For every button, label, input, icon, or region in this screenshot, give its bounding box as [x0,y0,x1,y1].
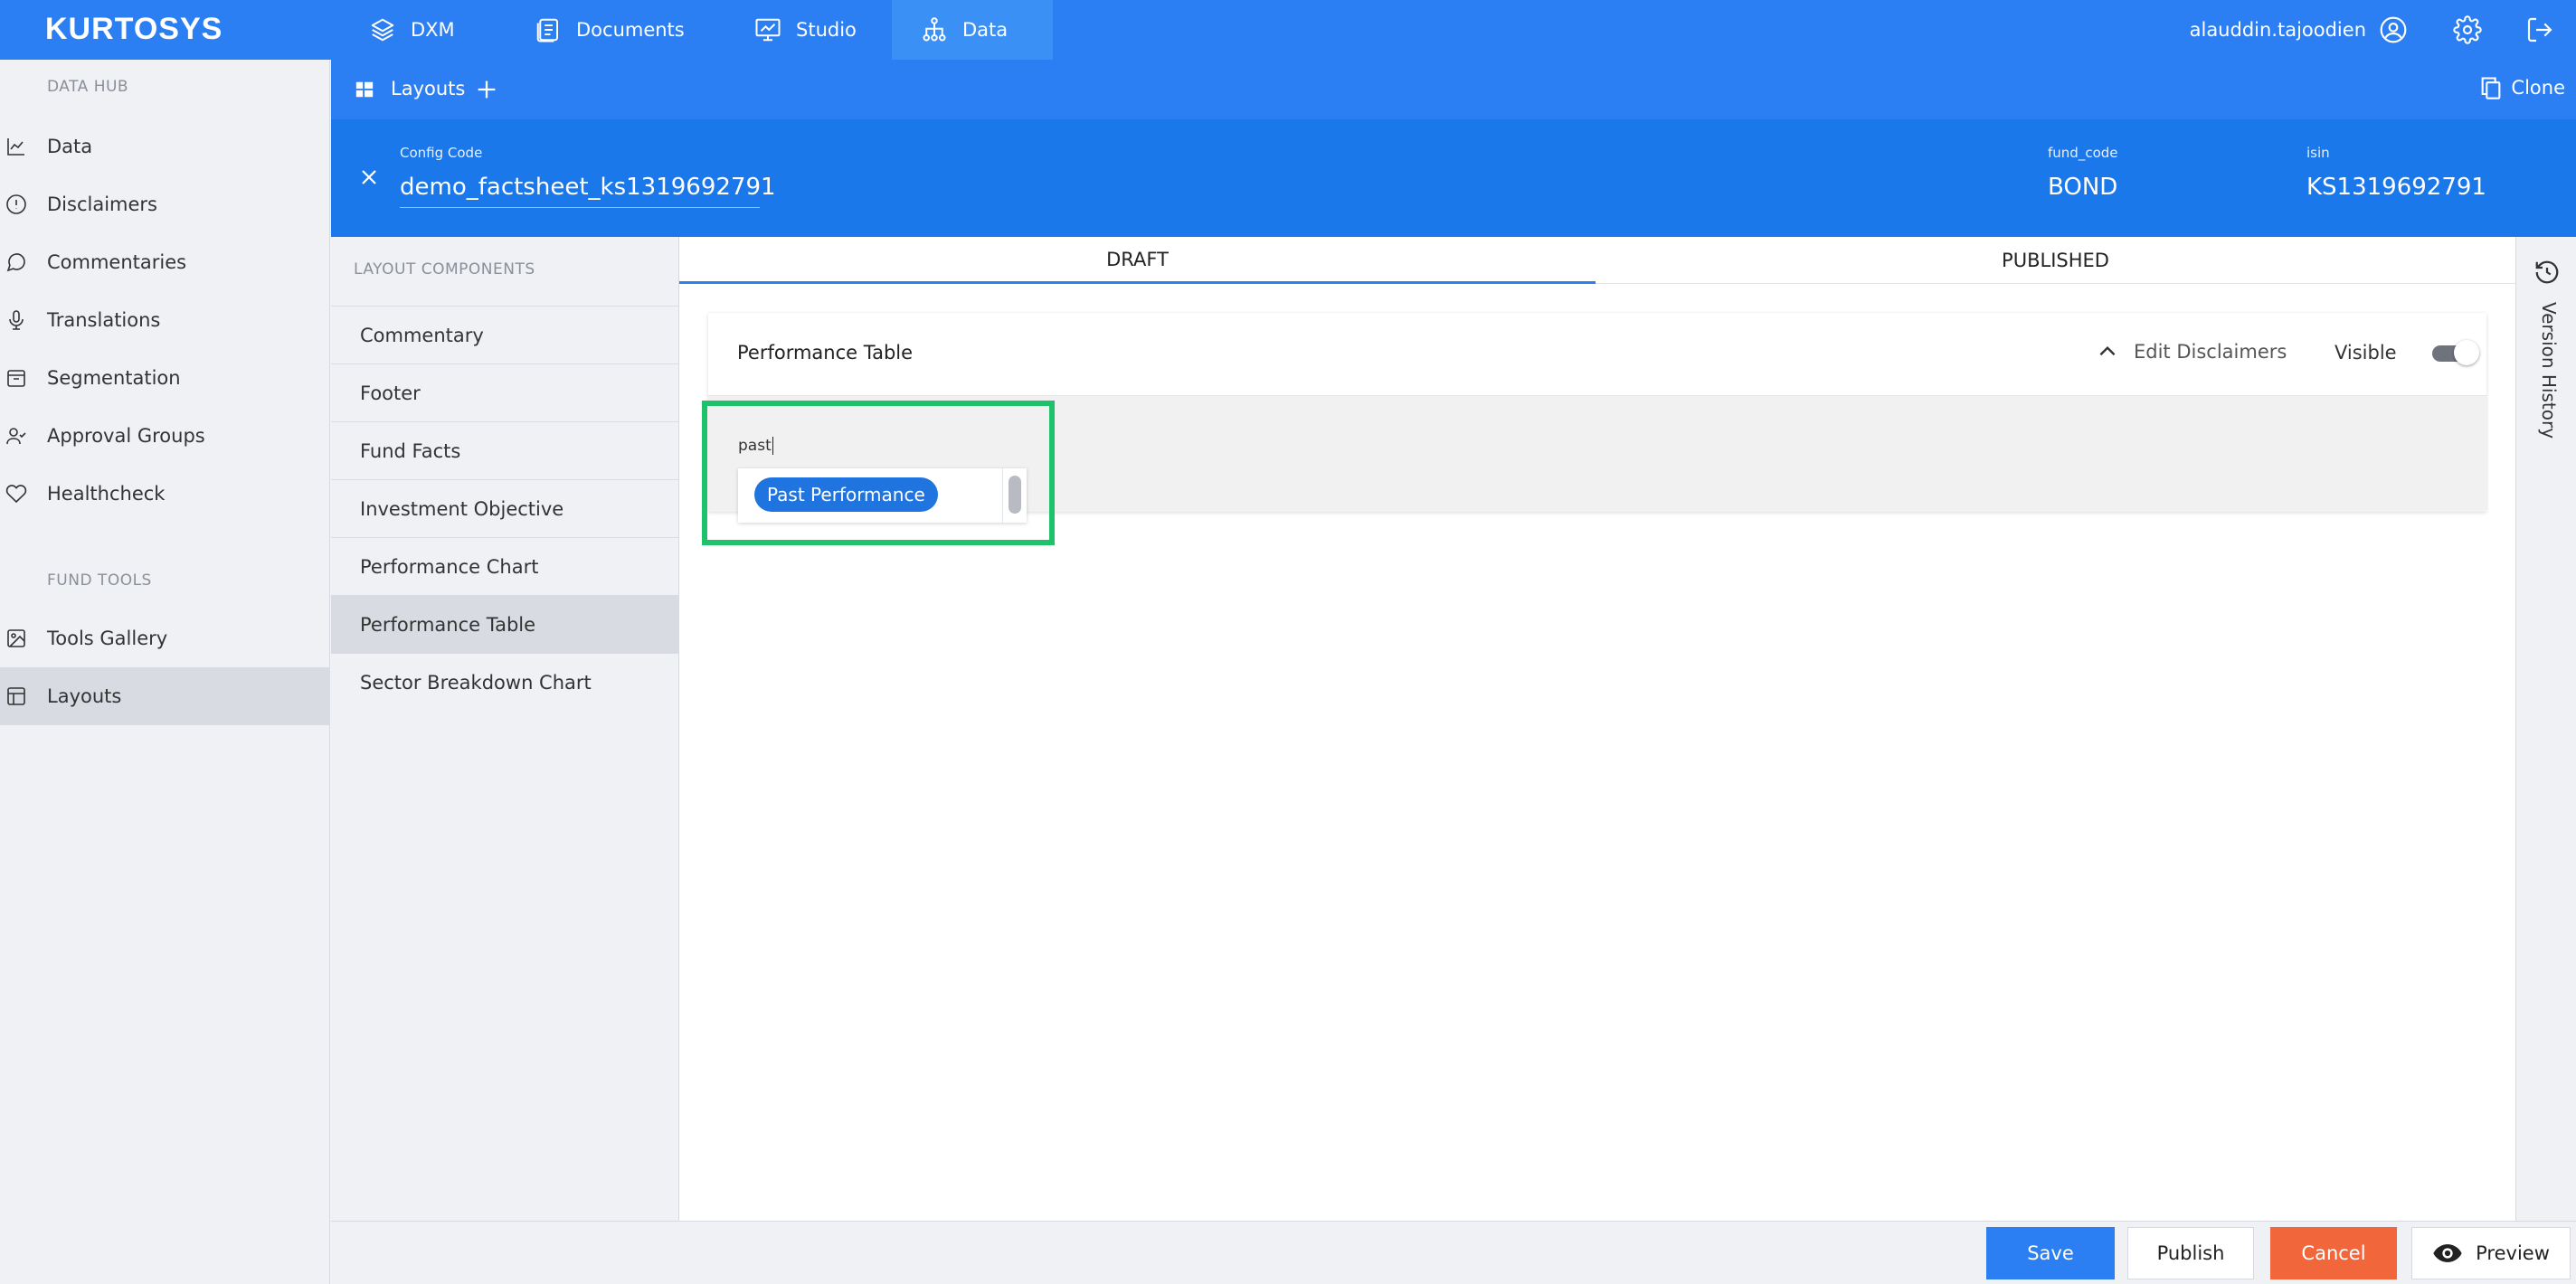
visible-toggle[interactable] [2429,340,2479,365]
user-avatar-icon[interactable] [2379,15,2408,44]
component-item-investment-objective[interactable]: Investment Objective [331,479,679,537]
kurtosys-logo[interactable]: KURTOSYS [45,11,223,47]
sidebar-item-approval-groups[interactable]: Approval Groups [0,407,330,465]
preview-label: Preview [2476,1242,2550,1264]
data-hub-heading: DATA HUB [47,78,129,96]
layout-components-panel: LAYOUT COMPONENTS Commentary Footer Fund… [331,237,679,1221]
microphone-icon [5,309,27,331]
sidebar-item-disclaimers[interactable]: Disclaimers [0,175,330,233]
image-icon [5,628,27,649]
add-layout-icon[interactable] [474,77,499,102]
sidebar-item-label: Approval Groups [47,425,205,447]
nav-tab-label: Data [962,19,1009,41]
user-check-icon [5,425,27,447]
alert-circle-icon [5,194,27,215]
fund-code-label: fund_code [2048,145,2118,161]
fund-tools-heading: FUND TOOLS [47,571,152,590]
sidebar-item-translations[interactable]: Translations [0,291,330,349]
sidebar-item-commentaries[interactable]: Commentaries [0,233,330,291]
grid-layout-icon [355,80,374,99]
close-icon[interactable] [358,166,380,188]
box-icon [5,367,27,389]
heart-icon [5,483,27,505]
chevron-up-icon [2096,340,2119,363]
config-header: Config Code demo_factsheet_ks1319692791 … [331,119,2576,237]
component-item-sector-breakdown-chart[interactable]: Sector Breakdown Chart [331,653,679,711]
cancel-button[interactable]: Cancel [2270,1227,2397,1279]
nav-tab-documents[interactable]: Documents [506,0,714,60]
nav-tab-label: Studio [796,19,857,41]
tab-draft[interactable]: DRAFT [679,237,1596,284]
top-nav-bar: KURTOSYS DXM Documents Studio Data alaud… [0,0,2576,60]
gear-icon[interactable] [2453,15,2482,44]
save-button[interactable]: Save [1986,1227,2115,1279]
isin-label: isin [2306,145,2330,161]
preview-button[interactable]: Preview [2411,1227,2571,1279]
nav-tab-dxm[interactable]: DXM [340,0,484,60]
sidebar-item-segmentation[interactable]: Segmentation [0,349,330,407]
edit-disclaimers-label: Edit Disclaimers [2134,341,2287,363]
sidebar-item-tools-gallery[interactable]: Tools Gallery [0,609,330,667]
sidebar-item-layouts[interactable]: Layouts [0,667,330,725]
sidebar-item-data[interactable]: Data [0,118,330,175]
fund-code-value: BOND [2048,174,2118,201]
nav-tab-data[interactable]: Data [892,0,1053,60]
component-item-performance-chart[interactable]: Performance Chart [331,537,679,595]
layers-icon [369,16,396,43]
publish-button[interactable]: Publish [2127,1227,2254,1279]
config-code-underline [400,207,760,208]
card-title: Performance Table [737,342,914,363]
component-item-footer[interactable]: Footer [331,363,679,421]
component-item-fund-facts[interactable]: Fund Facts [331,421,679,479]
hierarchy-icon [921,16,948,43]
sidebar-item-healthcheck[interactable]: Healthcheck [0,465,330,523]
config-code-label: Config Code [400,145,483,161]
subbar-title: Layouts [391,78,466,99]
isin-value: KS1319692791 [2306,174,2486,201]
nav-tab-label: DXM [411,19,455,41]
sidebar-item-label: Commentaries [47,251,187,273]
clone-button[interactable]: Clone [2478,73,2565,102]
history-icon [2533,259,2561,286]
logout-icon[interactable] [2525,15,2554,44]
sidebar-item-label: Translations [47,309,161,331]
line-chart-icon [5,136,27,157]
left-sidebar: DATA HUB Data Disclaimers Commentaries T… [0,60,330,1284]
sidebar-item-label: Data [47,136,93,157]
draft-published-tabs: DRAFT PUBLISHED [679,237,2515,284]
highlight-box [702,401,1055,545]
sidebar-item-label: Layouts [47,685,122,707]
layouts-subbar: Layouts Clone [331,60,2576,119]
version-history-label[interactable]: Version History [2538,302,2560,439]
component-item-commentary[interactable]: Commentary [331,306,679,363]
clone-label: Clone [2511,77,2565,99]
sidebar-item-label: Disclaimers [47,194,157,215]
component-item-performance-table[interactable]: Performance Table [331,595,679,653]
main-editor: DRAFT PUBLISHED Performance Table Edit D… [679,237,2515,1221]
tab-published[interactable]: PUBLISHED [1597,237,2514,284]
nav-tab-label: Documents [576,19,685,41]
comment-icon [5,251,27,273]
username[interactable]: alauddin.tajoodien [2190,19,2366,41]
layout-components-heading: LAYOUT COMPONENTS [354,260,535,279]
layout-icon [5,685,27,707]
config-code-field[interactable]: demo_factsheet_ks1319692791 [400,174,776,201]
toggle-knob [2454,340,2479,365]
documents-icon [535,16,562,43]
sidebar-item-label: Segmentation [47,367,181,389]
visible-label: Visible [2334,342,2397,363]
copy-icon [2478,73,2504,102]
eye-icon [2432,1242,2463,1264]
sidebar-item-label: Healthcheck [47,483,166,505]
presentation-icon [754,16,781,43]
edit-disclaimers-button[interactable]: Edit Disclaimers [2096,340,2287,363]
card-header: Performance Table Edit Disclaimers Visib… [708,313,2486,396]
sidebar-item-label: Tools Gallery [47,628,168,649]
nav-tab-studio[interactable]: Studio [725,0,886,60]
